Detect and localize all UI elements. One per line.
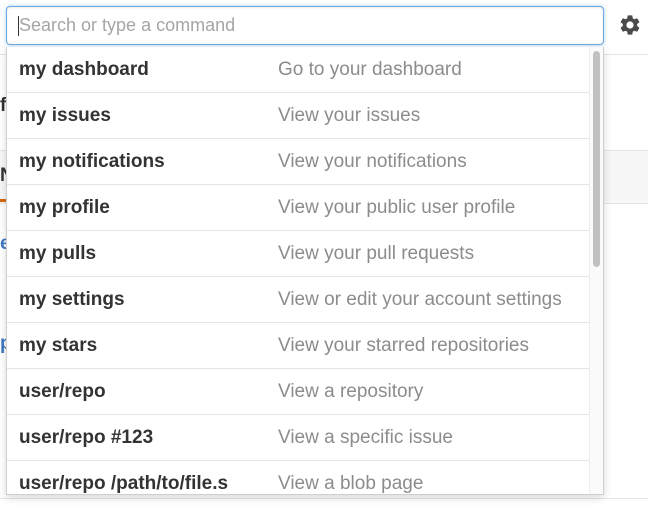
- suggestion-command: my issues: [19, 105, 111, 126]
- settings-button[interactable]: [617, 12, 643, 38]
- suggestion-my-notifications[interactable]: my notifications View your notifications: [7, 139, 591, 185]
- suggestion-command: user/repo #123: [19, 427, 154, 448]
- suggestion-description: View your notifications: [278, 151, 467, 172]
- suggestion-description: View your pull requests: [278, 243, 475, 264]
- suggestion-my-dashboard[interactable]: my dashboard Go to your dashboard: [7, 47, 591, 93]
- gear-icon: [620, 15, 640, 35]
- suggestion-description: View your public user profile: [278, 197, 516, 218]
- suggestion-my-profile[interactable]: my profile View your public user profile: [7, 185, 591, 231]
- command-suggestion-list: my dashboard Go to your dashboard my iss…: [7, 47, 591, 494]
- page-divider: [0, 498, 648, 499]
- command-search-box[interactable]: [6, 6, 604, 45]
- suggestion-command: my pulls: [19, 243, 97, 264]
- suggestion-command: my stars: [19, 335, 98, 356]
- suggestion-user-repo-blob[interactable]: user/repo /path/to/file.s View a blob pa…: [7, 461, 591, 494]
- text-caret: [18, 16, 19, 36]
- suggestion-my-stars[interactable]: my stars View your starred repositories: [7, 323, 591, 369]
- dropdown-scrollbar[interactable]: [589, 47, 603, 494]
- suggestion-description: View your starred repositories: [278, 335, 529, 356]
- suggestion-command: my dashboard: [19, 59, 149, 80]
- scrollbar-thumb[interactable]: [593, 51, 600, 267]
- suggestion-my-issues[interactable]: my issues View your issues: [7, 93, 591, 139]
- suggestion-description: View or edit your account settings: [278, 289, 562, 310]
- suggestion-description: View a repository: [278, 381, 424, 402]
- suggestion-my-pulls[interactable]: my pulls View your pull requests: [7, 231, 591, 277]
- suggestion-description: View a blob page: [278, 473, 424, 494]
- suggestion-my-settings[interactable]: my settings View or edit your account se…: [7, 277, 591, 323]
- suggestion-description: View your issues: [278, 105, 421, 126]
- suggestion-command: my settings: [19, 289, 125, 310]
- suggestion-command: user/repo: [19, 381, 106, 402]
- suggestion-command: my notifications: [19, 151, 165, 172]
- suggestion-user-repo[interactable]: user/repo View a repository: [7, 369, 591, 415]
- suggestion-user-repo-issue[interactable]: user/repo #123 View a specific issue: [7, 415, 591, 461]
- suggestion-command: user/repo /path/to/file.s: [19, 473, 229, 494]
- suggestion-command: my profile: [19, 197, 110, 218]
- suggestion-description: Go to your dashboard: [278, 59, 462, 80]
- suggestion-description: View a specific issue: [278, 427, 453, 448]
- command-suggestions-dropdown: my dashboard Go to your dashboard my iss…: [6, 47, 604, 495]
- search-input[interactable]: [7, 7, 603, 44]
